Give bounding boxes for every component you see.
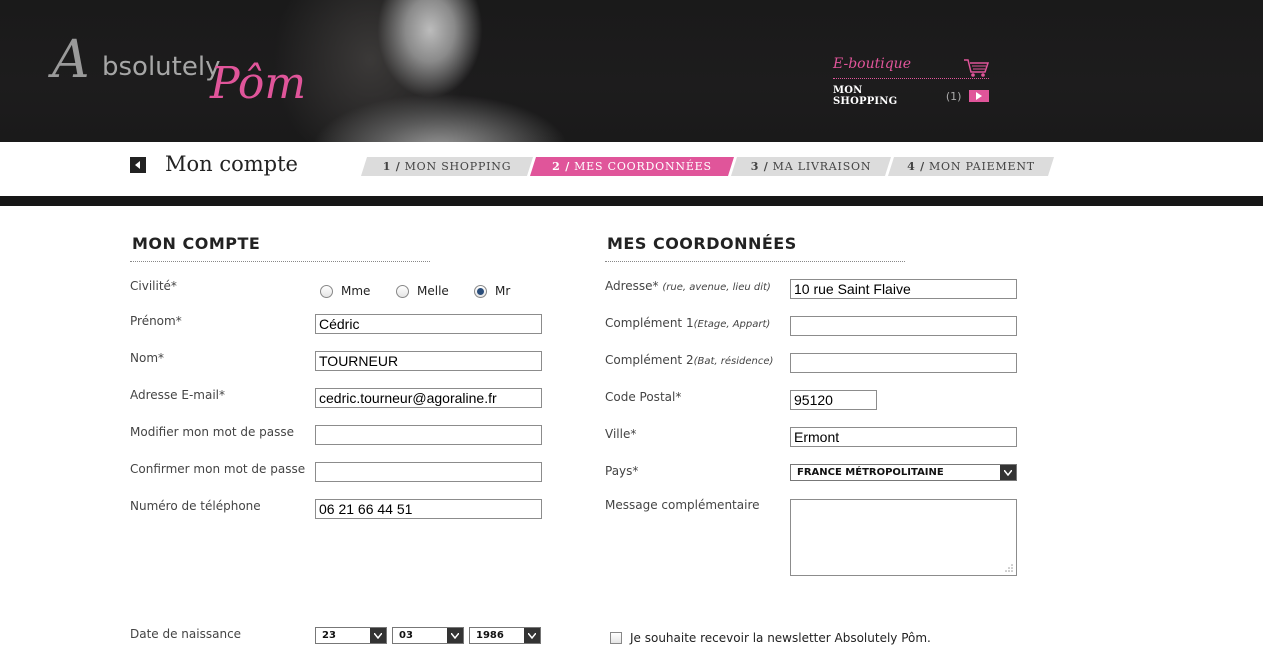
complement2-label-text: Complément 2: [605, 353, 694, 367]
step-label: MON PAIEMENT: [928, 160, 1035, 173]
step-ma-livraison[interactable]: 3 /MA LIVRAISON: [731, 157, 891, 176]
chevron-down-icon: [370, 628, 386, 643]
code-postal-input[interactable]: 95120: [790, 390, 877, 410]
civilite-label: Civilité*: [130, 279, 177, 293]
radio-mme[interactable]: Mme: [320, 284, 370, 298]
section-title-mes-coordonnees: MES COORDONNÉES: [607, 234, 797, 253]
select-value: 03: [399, 630, 413, 641]
divider-bar: [0, 196, 1263, 206]
adresse-hint: (rue, avenue, lieu dit): [662, 282, 771, 293]
adresse-label-text: Adresse*: [605, 279, 659, 293]
site-header: A bsolutely Pôm E-boutique MON SHOPPING …: [0, 0, 1263, 142]
complement2-hint: (Bat, résidence): [693, 356, 774, 367]
cart-icon[interactable]: [963, 58, 989, 78]
complement2-input[interactable]: [790, 353, 1017, 373]
pays-label: Pays*: [605, 464, 639, 478]
chevron-down-icon: [524, 628, 540, 643]
nom-label: Nom*: [130, 351, 165, 365]
cart-go-button[interactable]: [969, 90, 989, 102]
mini-cart: E-boutique MON SHOPPING (1): [833, 56, 989, 107]
newsletter-checkbox[interactable]: Je souhaite recevoir la newsletter Absol…: [610, 631, 931, 645]
password-confirm-label: Confirmer mon mot de passe: [130, 462, 306, 476]
prenom-label: Prénom*: [130, 314, 182, 328]
password-label: Modifier mon mot de passe: [130, 425, 295, 439]
password-input[interactable]: [315, 425, 542, 445]
logo-word: bsolutely: [102, 52, 221, 82]
nom-input[interactable]: TOURNEUR: [315, 351, 542, 371]
message-textarea[interactable]: [790, 499, 1017, 576]
adresse-input[interactable]: 10 rue Saint Flaive: [790, 279, 1017, 299]
email-input[interactable]: cedric.tourneur@agoraline.fr: [315, 388, 542, 408]
radio-mr[interactable]: Mr: [474, 284, 510, 298]
adresse-label: Adresse* (rue, avenue, lieu dit): [605, 279, 771, 293]
birth-year-select[interactable]: 1986: [469, 627, 541, 644]
logo-pom: Pôm: [210, 58, 307, 109]
step-label: MES COORDONNÉES: [574, 160, 712, 173]
phone-label: Numéro de téléphone: [130, 499, 261, 513]
select-value: 23: [322, 630, 336, 641]
radio-label: Mr: [495, 284, 511, 298]
section-title-mon-compte: MON COMPTE: [132, 234, 261, 253]
page-title: Mon compte: [165, 152, 298, 176]
radio-indicator: [396, 284, 409, 298]
newsletter-label: Je souhaite recevoir la newsletter Absol…: [630, 631, 931, 645]
birth-day-select[interactable]: 23: [315, 627, 387, 644]
message-label: Message complémentaire: [605, 498, 760, 512]
complement1-input[interactable]: [790, 316, 1017, 336]
step-number: 2 /: [552, 160, 571, 173]
select-value: 1986: [476, 630, 504, 641]
ville-label: Ville*: [605, 427, 637, 441]
step-label: MA LIVRAISON: [772, 160, 872, 173]
step-mon-shopping[interactable]: 1 /MON SHOPPING: [361, 157, 533, 176]
back-button[interactable]: [130, 157, 146, 173]
complement1-label-text: Complément 1: [605, 316, 694, 330]
step-number: 4 /: [907, 160, 925, 173]
code-postal-label: Code Postal*: [605, 390, 682, 404]
cart-count: (1): [945, 89, 962, 103]
birthdate-label: Date de naissance: [130, 627, 242, 641]
step-label: MON SHOPPING: [404, 160, 512, 173]
step-mon-paiement[interactable]: 4 /MON PAIEMENT: [888, 157, 1054, 176]
section-divider: [605, 261, 905, 262]
step-mes-coordonnees[interactable]: 2 /MES COORDONNÉES: [530, 157, 734, 176]
radio-label: Mme: [341, 284, 371, 298]
step-number: 1 /: [382, 160, 401, 173]
chevron-left-icon: [135, 161, 140, 169]
radio-indicator-selected: [474, 284, 487, 298]
complement1-hint: (Etage, Appart): [693, 319, 771, 330]
chevron-down-icon: [447, 628, 463, 643]
step-number: 3 /: [750, 160, 769, 173]
phone-input[interactable]: 06 21 66 44 51: [315, 499, 542, 519]
section-divider: [130, 261, 430, 262]
brand-logo[interactable]: A bsolutely Pôm: [52, 30, 332, 110]
password-confirm-input[interactable]: [315, 462, 542, 482]
birth-month-select[interactable]: 03: [392, 627, 464, 644]
radio-melle[interactable]: Melle: [396, 284, 449, 298]
ville-input[interactable]: Ermont: [790, 427, 1017, 447]
arrow-right-icon: [976, 92, 983, 100]
logo-initial: A: [52, 30, 90, 90]
pays-select[interactable]: FRANCE MÉTROPOLITAINE: [790, 464, 1017, 481]
checkbox-indicator: [610, 632, 622, 644]
resize-grip-icon[interactable]: [1005, 564, 1013, 572]
prenom-input[interactable]: Cédric: [315, 314, 542, 334]
mon-shopping-link[interactable]: MON SHOPPING: [833, 85, 920, 107]
divider: [833, 78, 989, 79]
select-value: FRANCE MÉTROPOLITAINE: [797, 467, 944, 478]
chevron-down-icon: [1000, 465, 1016, 480]
complement2-label: Complément 2(Bat, résidence): [605, 353, 773, 367]
radio-label: Melle: [417, 284, 449, 298]
complement1-label: Complément 1(Etage, Appart): [605, 316, 770, 330]
email-label: Adresse E-mail*: [130, 388, 225, 402]
radio-indicator: [320, 284, 333, 298]
